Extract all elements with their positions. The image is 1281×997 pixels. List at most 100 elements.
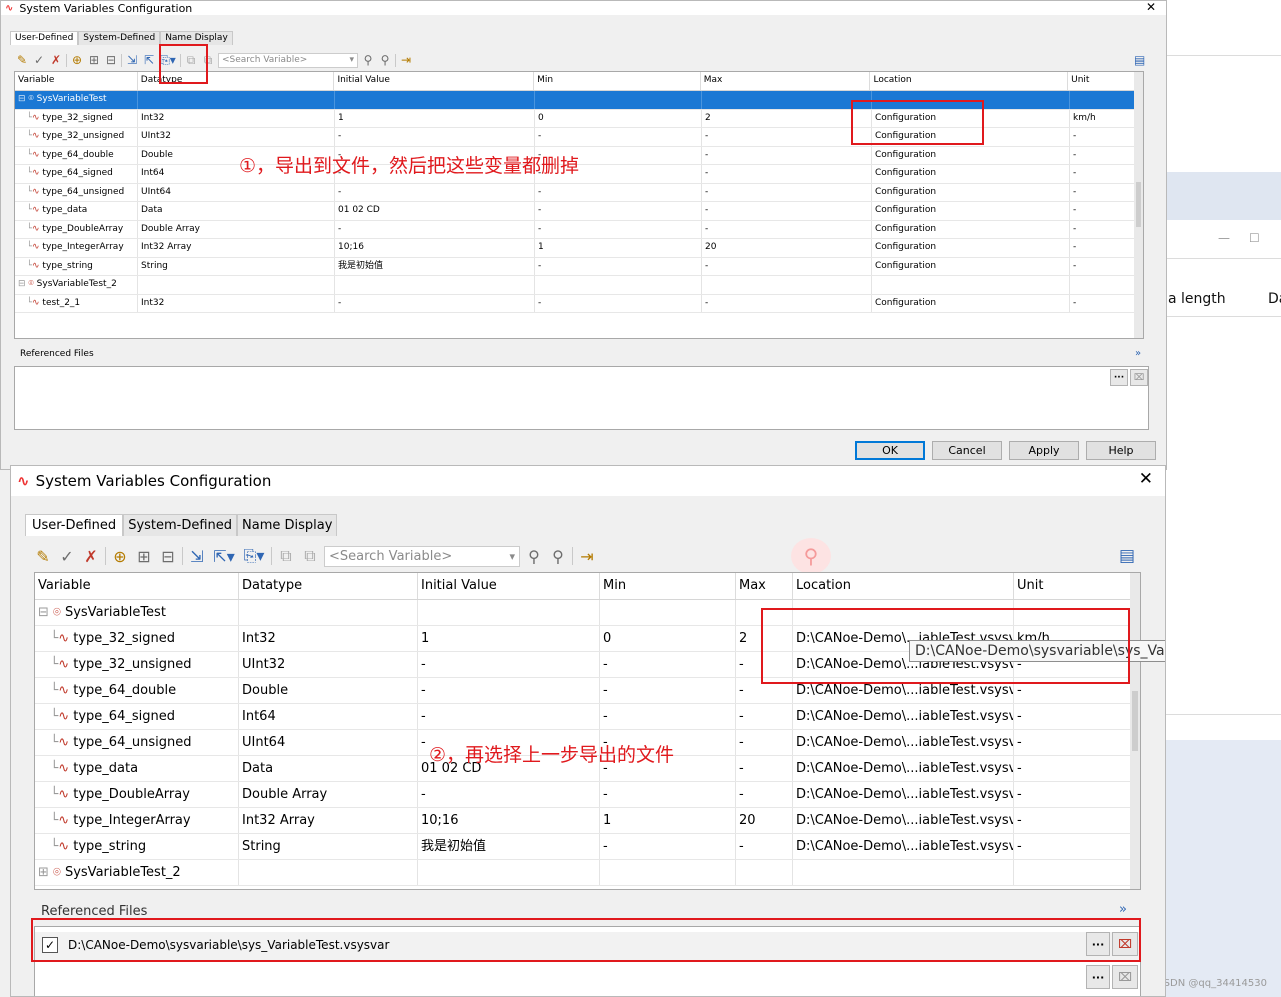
search-variable-input[interactable]: <Search Variable> ▾ [324,545,520,567]
variable-row[interactable]: └∿ type_64_double Double - - - Configuration - [15,146,1143,165]
referenced-file-row[interactable]: ✓ D:\CANoe-Demo\sysvariable\sys_Variable… [35,932,1140,961]
browse-file-button[interactable]: ··· [1086,932,1110,956]
column-header-min[interactable]: Min [600,573,736,599]
import-icon[interactable]: ⇲ [125,53,139,67]
checkbox-checked-icon[interactable]: ✓ [42,937,58,953]
namespace-row[interactable]: ⊞ ⌾ SysVariableTest_2 [35,860,1132,886]
delete-variable-icon[interactable]: ✗ [81,547,101,566]
maximize-icon[interactable]: ☐ [1249,231,1260,245]
column-header-datatype[interactable]: Datatype [239,573,418,599]
cell-location: Configuration [872,109,1070,127]
remove-file-button[interactable]: ⌧ [1130,369,1148,386]
browse-file-button[interactable]: ··· [1110,369,1128,386]
variable-row[interactable]: └∿ test_2_1 Int32- - - Configuration - [15,294,1143,313]
collapse-icon[interactable]: » [1119,902,1127,917]
delete-namespace-icon[interactable]: ⊟ [158,547,178,566]
search-variable-input[interactable]: <Search Variable> ▾ [218,52,358,68]
variable-row[interactable]: └∿ type_string String 我是初始值 - - Configuration… [15,257,1143,276]
layout-icon[interactable]: ▤ [1119,546,1135,566]
close-icon[interactable]: ✕ [1139,469,1153,489]
tab-system-defined[interactable]: System-Defined [123,514,238,536]
close-icon[interactable]: ✕ [1146,1,1156,14]
add-variable-icon[interactable]: ✎ [33,547,53,566]
tree-expander-icon[interactable]: ⊟ [18,279,28,289]
chevron-down-icon[interactable]: ▾ [349,55,354,65]
export-icon[interactable]: ⇱▾ [211,547,237,566]
help-button[interactable]: Help [1086,441,1156,460]
add-namespace-icon[interactable]: ⊕ [70,53,84,67]
variable-row[interactable]: └∿ type_IntegerArray Int32 Array 10;16 1 20 C… [15,239,1143,258]
variable-row[interactable]: └∿ type_IntegerArray Int32 Array 10;16 1 20 D… [35,808,1132,834]
paste-icon[interactable]: ⧉ [201,53,215,68]
find-icon[interactable]: ⚲ [361,53,375,67]
variable-row[interactable]: └∿ type_32_unsigned UInt32- - - Configuratio… [15,128,1143,147]
paste-icon[interactable]: ⧉ [300,546,320,566]
export-dropdown-icon[interactable]: ⎘▾ [159,53,177,68]
variable-row[interactable]: └∿ type_64_signed Int64- - - Configuration - [15,165,1143,184]
column-header-max[interactable]: Max [701,72,871,90]
find-next-icon[interactable]: ⚲ [378,53,392,67]
namespace-row[interactable]: ⊟ ⌾ SysVariableTest_2 [15,276,1143,295]
apply-button[interactable]: Apply [1009,441,1079,460]
export-icon[interactable]: ⇱ [142,53,156,67]
variable-name: test_2_1 [42,297,81,308]
find-icon[interactable]: ⚲ [524,547,544,566]
namespace-row[interactable]: ⊟ ⌾ SysVariableTest [15,91,1143,110]
variable-row[interactable]: └∿ type_DoubleArray Double Array - - - D:\CAN… [35,782,1132,808]
variable-wave-icon: ∿ [58,813,74,828]
column-header-location[interactable]: Location [870,72,1069,90]
variable-row[interactable]: └∿ type_64_double Double - - - D:\CANoe-Demo\… [35,678,1132,704]
column-header-unit[interactable]: Unit [1068,72,1143,90]
edit-namespace-icon[interactable]: ⊞ [134,547,154,566]
variable-row[interactable]: └∿ type_data Data 01 02 CD - - Configuration - [15,202,1143,221]
go-to-icon[interactable]: ⇥ [577,547,597,566]
column-header-unit[interactable]: Unit [1014,573,1132,599]
tab-name-display[interactable]: Name Display [160,31,233,45]
edit-variable-icon[interactable]: ✓ [32,53,46,67]
column-header-initial-value[interactable]: Initial Value [418,573,600,599]
variable-row[interactable]: └∿ type_string String 我是初始值 - - D:\CANoe-Demo… [35,834,1132,860]
copy-icon[interactable]: ⧉ [184,53,198,68]
column-header-datatype[interactable]: Datatype [138,72,335,90]
add-variable-icon[interactable]: ✎ [15,53,29,67]
collapse-icon[interactable]: » [1135,348,1141,359]
export-dropdown-icon[interactable]: ⎘▾ [241,546,267,566]
ok-button[interactable]: OK [855,441,925,460]
layout-icon[interactable]: ▤ [1134,53,1145,67]
tab-system-defined[interactable]: System-Defined [78,31,161,45]
tree-expander-icon[interactable]: ⊟ [38,605,53,620]
delete-namespace-icon[interactable]: ⊟ [104,53,118,67]
variable-row[interactable]: └∿ type_32_signed Int32 1 0 2 Configuration km… [15,109,1143,128]
vertical-scrollbar[interactable] [1134,72,1143,338]
tab-user-defined[interactable]: User-Defined [10,31,79,45]
variable-row[interactable]: └∿ type_64_unsigned UInt64- - - Configuratio… [15,183,1143,202]
column-header-variable[interactable]: Variable [35,573,239,599]
column-header-max[interactable]: Max [736,573,793,599]
add-namespace-icon[interactable]: ⊕ [110,547,130,566]
tab-user-defined[interactable]: User-Defined [25,514,124,536]
remove-file-button-empty[interactable]: ⌧ [1112,965,1138,989]
browse-file-button-empty[interactable]: ··· [1086,965,1110,989]
remove-file-button[interactable]: ⌧ [1112,932,1138,956]
variable-row[interactable]: └∿ type_64_signed Int64- - - D:\CANoe-Demo\.… [35,704,1132,730]
column-header-min[interactable]: Min [534,72,701,90]
edit-variable-icon[interactable]: ✓ [57,547,77,566]
tree-expander-icon[interactable]: ⊞ [38,865,53,880]
column-header-initial-value[interactable]: Initial Value [334,72,535,90]
tab-name-display[interactable]: Name Display [237,514,338,536]
find-next-icon[interactable]: ⚲ [548,547,568,566]
chevron-down-icon[interactable]: ▾ [509,550,515,563]
tree-expander-icon[interactable]: ⊟ [18,94,28,104]
namespace-row[interactable]: ⊟ ⌾ SysVariableTest [35,600,1132,626]
delete-variable-icon[interactable]: ✗ [49,53,63,67]
vertical-scrollbar[interactable] [1130,573,1140,889]
column-header-location[interactable]: Location [793,573,1014,599]
go-to-icon[interactable]: ⇥ [399,53,413,67]
variable-row[interactable]: └∿ type_DoubleArray Double Array - - - Config… [15,220,1143,239]
cancel-button[interactable]: Cancel [932,441,1002,460]
minimize-icon[interactable]: — [1218,231,1230,245]
edit-namespace-icon[interactable]: ⊞ [87,53,101,67]
column-header-variable[interactable]: Variable [15,72,138,90]
copy-icon[interactable]: ⧉ [276,546,296,566]
import-icon[interactable]: ⇲ [187,547,207,566]
